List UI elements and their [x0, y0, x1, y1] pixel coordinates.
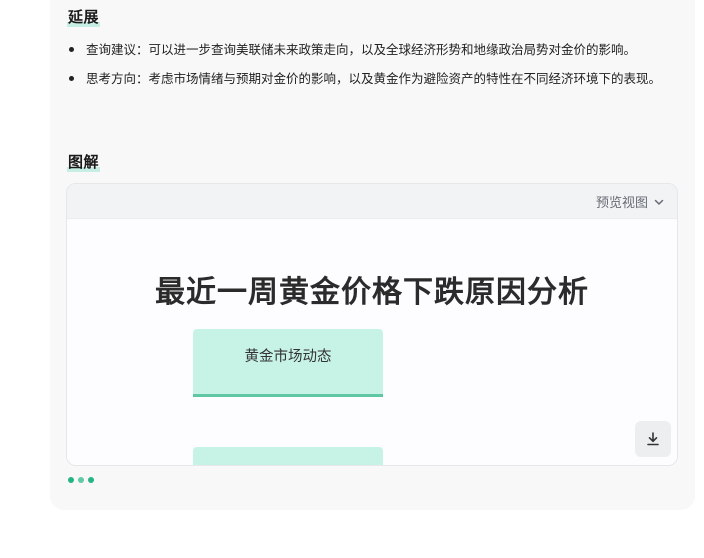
list-item-text: 思考方向：考虑市场情绪与预期对金价的影响，以及黄金作为避险资产的特性在不同经济环…	[86, 71, 662, 86]
loading-dot-icon	[78, 477, 84, 483]
bullet-dot-icon	[69, 76, 74, 81]
diagram-node: — —	[193, 447, 383, 466]
figure-heading: 图解	[67, 152, 101, 172]
download-button[interactable]	[635, 421, 671, 457]
bullet-dot-icon	[69, 47, 74, 52]
download-icon	[647, 432, 659, 446]
diagram-node-label: — —	[271, 465, 305, 466]
list-item: 查询建议：可以进一步查询美联储未来政策走向，以及全球经济形势和地缘政治局势对金价…	[67, 38, 677, 61]
diagram-canvas: 最近一周黄金价格下跌原因分析 黄金市场动态 — —	[67, 219, 677, 465]
loading-dot-icon	[68, 477, 74, 483]
chat-answer-page: 延展 查询建议：可以进一步查询美联储未来政策走向，以及全球经济形势和地缘政治局势…	[0, 0, 704, 558]
diagram-title: 最近一周黄金价格下跌原因分析	[155, 275, 589, 310]
diagram-node: 黄金市场动态	[193, 329, 383, 397]
viewer-toolbar: 预览视图	[67, 184, 677, 219]
loading-dot-icon	[88, 477, 94, 483]
list-item-text: 查询建议：可以进一步查询美联储未来政策走向，以及全球经济形势和地缘政治局势对金价…	[86, 42, 637, 57]
preview-view-toggle[interactable]: 预览视图	[596, 192, 665, 211]
chevron-down-icon	[654, 199, 664, 205]
diagram-viewer: 预览视图 最近一周黄金价格下跌原因分析 黄金市场动态 — —	[66, 183, 678, 466]
list-item: 思考方向：考虑市场情绪与预期对金价的影响，以及黄金作为避险资产的特性在不同经济环…	[67, 67, 677, 90]
extension-heading: 延展	[67, 7, 101, 27]
extension-list: 查询建议：可以进一步查询美联储未来政策走向，以及全球经济形势和地缘政治局势对金价…	[67, 38, 677, 96]
preview-view-label: 预览视图	[595, 196, 648, 211]
loading-indicator	[68, 477, 94, 483]
diagram-node-label: 黄金市场动态	[244, 349, 332, 365]
